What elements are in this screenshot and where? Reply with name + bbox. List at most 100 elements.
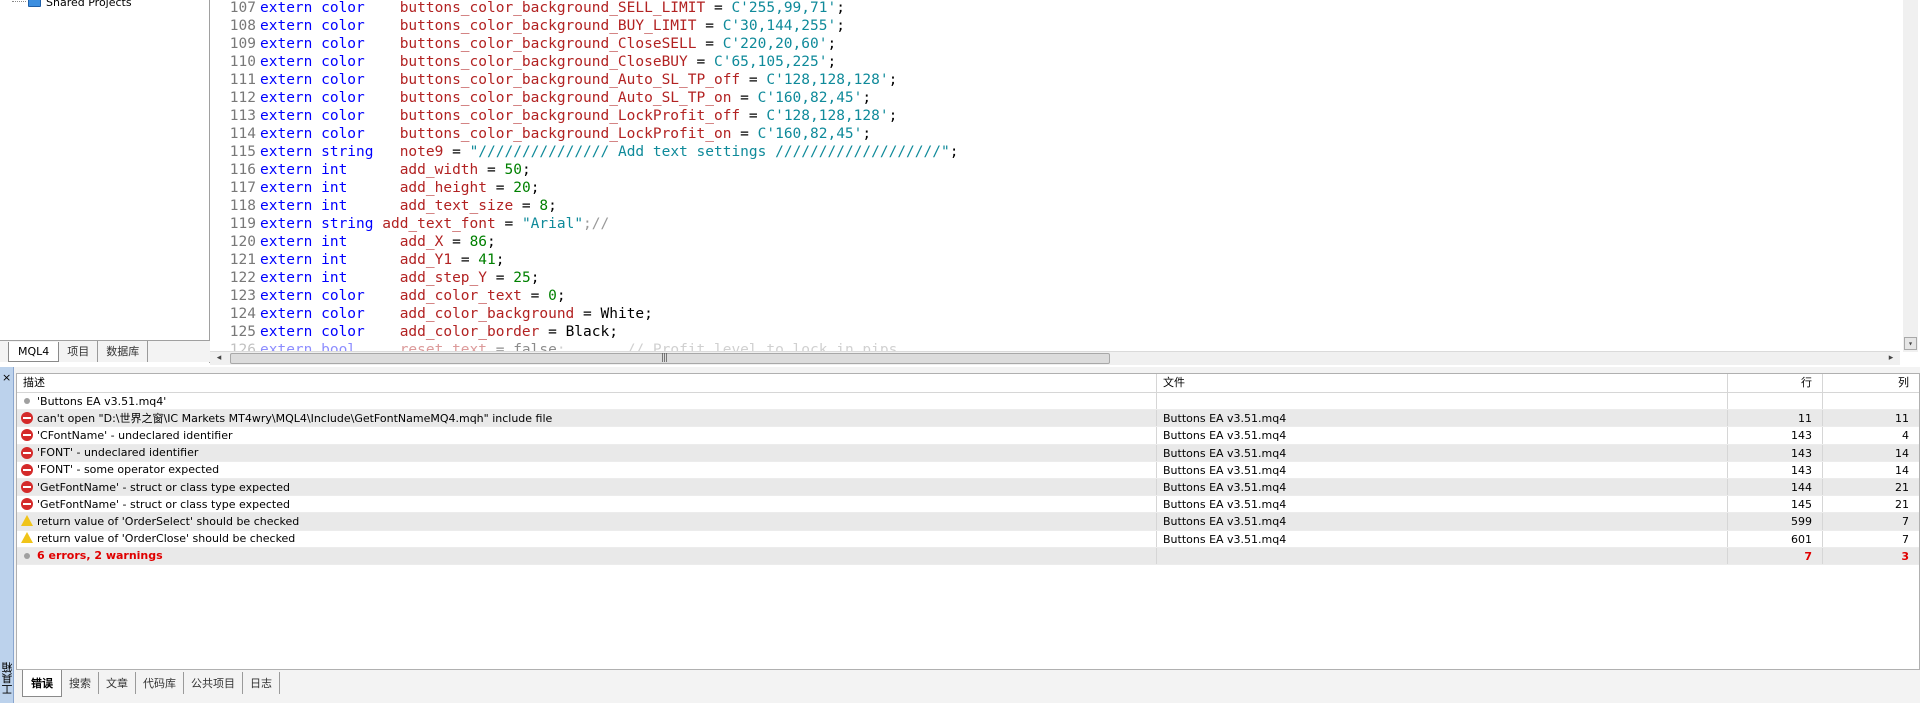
vertical-scrollbar[interactable]: ▾ bbox=[1903, 0, 1918, 352]
code-line[interactable]: 109 extern color buttons_color_background… bbox=[210, 35, 1898, 53]
navigator-panel: Shared Projects MQL4 项目 数据库 bbox=[0, 0, 210, 363]
code-line[interactable]: 119 extern string add_text_font = "Arial"… bbox=[210, 215, 1898, 233]
code-line[interactable]: 125 extern color add_color_border = Black… bbox=[210, 323, 1898, 341]
code-line[interactable]: 116 extern int add_width = 50; bbox=[210, 161, 1898, 179]
row-line bbox=[1727, 393, 1822, 410]
code-value: 0 bbox=[548, 288, 557, 304]
table-row[interactable]: return value of 'OrderClose' should be c… bbox=[17, 530, 1919, 548]
table-row[interactable]: 'GetFontName' - struct or class type exp… bbox=[17, 496, 1919, 514]
code-keyword: extern string bbox=[260, 216, 374, 232]
code-line[interactable]: 111 extern color buttons_color_background… bbox=[210, 71, 1898, 89]
code-line[interactable]: 115 extern string note9 = "//////////////… bbox=[210, 143, 1898, 161]
horizontal-scroll-thumb[interactable]: ||| bbox=[230, 353, 1110, 364]
table-row[interactable]: return value of 'OrderSelect' should be … bbox=[17, 513, 1919, 531]
column-header-column[interactable]: 列 bbox=[1822, 374, 1920, 392]
table-row[interactable]: 6 errors, 2 warnings 7 3 bbox=[17, 547, 1920, 565]
code-tail: ; bbox=[530, 180, 540, 196]
tab-articles[interactable]: 文章 bbox=[99, 672, 136, 694]
code-operator: = bbox=[740, 108, 767, 124]
code-keyword: extern color bbox=[260, 306, 365, 322]
scroll-left-button[interactable]: ◂ bbox=[212, 352, 226, 365]
tab-public-projects[interactable]: 公共项目 bbox=[184, 672, 243, 694]
code-editor[interactable]: 107 extern color buttons_color_background… bbox=[210, 0, 1920, 358]
tree-item-shared-projects[interactable]: Shared Projects bbox=[12, 0, 132, 10]
tab-search[interactable]: 搜索 bbox=[62, 672, 99, 694]
code-value: C'128,128,128' bbox=[766, 72, 889, 88]
code-line[interactable]: 123 extern color add_color_text = 0; bbox=[210, 287, 1898, 305]
code-tail: ; bbox=[949, 144, 959, 160]
scroll-down-button[interactable]: ▾ bbox=[1904, 337, 1917, 350]
code-operator: = bbox=[495, 216, 522, 232]
tab-codebase[interactable]: 代码库 bbox=[136, 672, 184, 694]
tab-errors[interactable]: 错误 bbox=[22, 670, 62, 697]
code-operator: = bbox=[687, 54, 714, 70]
table-row[interactable]: can't open "D:\世界之窗\IC Markets MT4wry\MQ… bbox=[17, 410, 1919, 428]
code-line[interactable]: 107 extern color buttons_color_background… bbox=[210, 0, 1898, 17]
code-keyword: extern int bbox=[260, 270, 348, 286]
code-operator: = bbox=[513, 198, 540, 214]
code-line[interactable]: 118 extern int add_text_size = 8; bbox=[210, 197, 1898, 215]
code-identifier: add_X bbox=[399, 234, 444, 250]
code-operator: = bbox=[487, 270, 514, 286]
column-header-description[interactable]: 描述 bbox=[17, 374, 1156, 392]
row-description: 'FONT' - undeclared identifier bbox=[17, 445, 1156, 461]
row-file bbox=[1156, 547, 1727, 564]
row-description: return value of 'OrderSelect' should be … bbox=[17, 513, 1156, 529]
navigator-tabs: MQL4 项目 数据库 bbox=[0, 340, 210, 362]
code-line[interactable]: 110 extern color buttons_color_background… bbox=[210, 53, 1898, 71]
code-line[interactable]: 112 extern color buttons_color_background… bbox=[210, 89, 1898, 107]
code-line[interactable]: 124 extern color add_color_background = W… bbox=[210, 305, 1898, 323]
code-line[interactable]: 113 extern color buttons_color_background… bbox=[210, 107, 1898, 125]
tab-database[interactable]: 数据库 bbox=[98, 341, 149, 362]
row-column: 14 bbox=[1822, 461, 1920, 478]
code-line[interactable]: 120 extern int add_X = 86; bbox=[210, 233, 1898, 251]
code-tail: ; bbox=[521, 162, 531, 178]
line-number: 123 bbox=[229, 288, 256, 304]
row-column: 3 bbox=[1822, 547, 1920, 564]
close-icon[interactable]: × bbox=[2, 371, 11, 384]
row-line: 7 bbox=[1727, 547, 1822, 564]
table-row[interactable]: 'FONT' - some operator expected Buttons E… bbox=[17, 461, 1920, 479]
code-tail: ; bbox=[888, 72, 898, 88]
row-description: 'GetFontName' - struct or class type exp… bbox=[17, 496, 1156, 512]
row-file: Buttons EA v3.51.mq4 bbox=[1156, 513, 1727, 530]
column-header-file[interactable]: 文件 bbox=[1156, 374, 1727, 392]
code-line[interactable]: 108 extern color buttons_color_background… bbox=[210, 17, 1898, 35]
code-line[interactable]: 122 extern int add_step_Y = 25; bbox=[210, 269, 1898, 287]
row-line: 601 bbox=[1727, 530, 1822, 547]
code-line[interactable]: 117 extern int add_height = 20; bbox=[210, 179, 1898, 197]
scroll-right-button[interactable]: ▸ bbox=[1884, 352, 1898, 365]
table-row[interactable]: 'FONT' - undeclared identifier Buttons EA… bbox=[17, 444, 1920, 462]
code-identifier: buttons_color_background_Auto_SL_TP_on bbox=[399, 90, 732, 106]
tree-item-label: Shared Projects bbox=[46, 0, 132, 9]
tab-mql4[interactable]: MQL4 bbox=[8, 342, 60, 362]
code-identifier: buttons_color_background_Auto_SL_TP_off bbox=[399, 72, 741, 88]
code-value: C'160,82,45' bbox=[757, 90, 863, 106]
code-value: "/////////////// Add text settings /////… bbox=[469, 144, 950, 160]
row-column: 14 bbox=[1822, 444, 1920, 461]
code-value: C'128,128,128' bbox=[766, 108, 889, 124]
code-line[interactable]: 121 extern int add_Y1 = 41; bbox=[210, 251, 1898, 269]
code-keyword: extern color bbox=[260, 36, 365, 52]
line-number: 120 bbox=[229, 234, 256, 250]
code-operator: = bbox=[696, 36, 723, 52]
error-icon bbox=[21, 498, 33, 511]
code-operator: = bbox=[731, 90, 758, 106]
code-operator: = bbox=[539, 324, 566, 340]
row-description: 'Buttons EA v3.51.mq4' bbox=[17, 393, 1156, 409]
line-number: 107 bbox=[229, 0, 256, 16]
table-row[interactable]: 'Buttons EA v3.51.mq4' bbox=[17, 393, 1919, 411]
code-value: "Arial" bbox=[521, 216, 584, 232]
horizontal-scrollbar[interactable]: ◂ ||| ▸ bbox=[210, 351, 1900, 365]
code-tail: ; bbox=[487, 234, 496, 250]
toolbox-panel: × 工具箱 描述 文件 行 列 'Buttons EA v3.51.mq4' ca… bbox=[0, 367, 1920, 703]
column-header-line[interactable]: 行 bbox=[1727, 374, 1822, 392]
tab-projects[interactable]: 项目 bbox=[59, 341, 99, 362]
tab-journal[interactable]: 日志 bbox=[243, 672, 280, 694]
code-line[interactable]: 114 extern color buttons_color_background… bbox=[210, 125, 1898, 143]
table-row[interactable]: 'GetFontName' - struct or class type exp… bbox=[17, 479, 1919, 497]
table-row[interactable]: 'CFontName' - undeclared identifier Butto… bbox=[17, 427, 1919, 445]
code-tail: ; bbox=[530, 270, 540, 286]
row-description-text: 'Buttons EA v3.51.mq4' bbox=[37, 394, 167, 408]
